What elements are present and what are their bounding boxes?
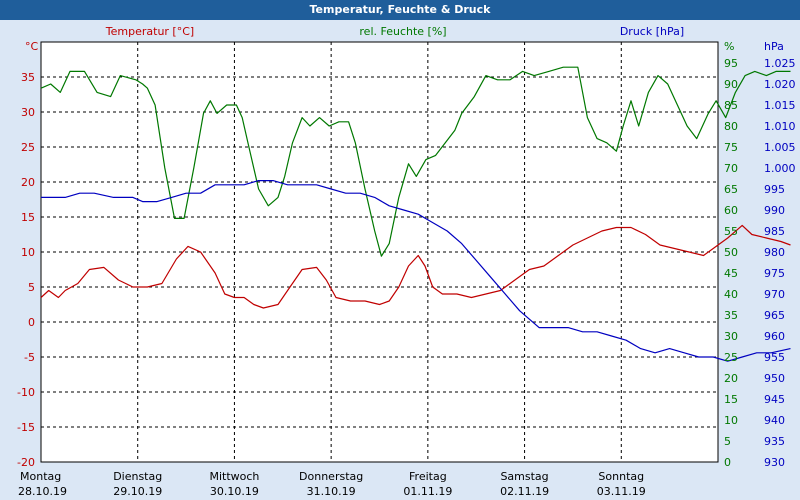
- x-tick-day: Montag: [20, 470, 61, 483]
- press-tick-label: 1.000: [764, 162, 796, 175]
- press-tick-label: 970: [764, 288, 785, 301]
- temp-axis-title: Temperatur [°C]: [105, 25, 194, 38]
- press-tick-label: 1.010: [764, 120, 796, 133]
- humid-tick-label: 65: [724, 183, 738, 196]
- humid-tick-label: 70: [724, 162, 738, 175]
- humid-tick-label: 85: [724, 99, 738, 112]
- humid-tick-label: 80: [724, 120, 738, 133]
- humid-tick-label: 95: [724, 57, 738, 70]
- humid-tick-label: 25: [724, 351, 738, 364]
- temp-tick-label: 15: [21, 211, 35, 224]
- press-tick-label: 990: [764, 204, 785, 217]
- x-tick-date: 31.10.19: [307, 485, 356, 498]
- press-tick-label: 980: [764, 246, 785, 259]
- humid-tick-label: 50: [724, 246, 738, 259]
- press-tick-label: 960: [764, 330, 785, 343]
- temp-tick-label: -15: [17, 421, 35, 434]
- humid-tick-label: 75: [724, 141, 738, 154]
- humid-tick-label: 15: [724, 393, 738, 406]
- press-tick-label: 945: [764, 393, 785, 406]
- temp-tick-label: 20: [21, 176, 35, 189]
- x-tick-date: 29.10.19: [113, 485, 162, 498]
- temp-tick-label: -5: [24, 351, 35, 364]
- humid-tick-label: 30: [724, 330, 738, 343]
- humid-tick-label: 35: [724, 309, 738, 322]
- press-tick-label: 1.005: [764, 141, 796, 154]
- press-tick-label: 985: [764, 225, 785, 238]
- press-tick-label: 935: [764, 435, 785, 448]
- press-tick-label: 995: [764, 183, 785, 196]
- humid-tick-label: 5: [724, 435, 731, 448]
- x-tick-day: Sonntag: [598, 470, 644, 483]
- temp-tick-label: 10: [21, 246, 35, 259]
- x-tick-date: 28.10.19: [18, 485, 67, 498]
- humid-axis-title: rel. Feuchte [%]: [359, 25, 446, 38]
- x-tick-day: Dienstag: [113, 470, 162, 483]
- press-tick-label: 1.015: [764, 99, 796, 112]
- temp-tick-label: 0: [28, 316, 35, 329]
- humid-unit-label: %: [724, 40, 734, 53]
- humid-tick-label: 55: [724, 225, 738, 238]
- temp-tick-label: 30: [21, 106, 35, 119]
- x-tick-day: Mittwoch: [209, 470, 259, 483]
- humid-tick-label: 90: [724, 78, 738, 91]
- temp-tick-label: -10: [17, 386, 35, 399]
- x-tick-date: 03.11.19: [597, 485, 646, 498]
- x-tick-day: Freitag: [409, 470, 447, 483]
- humid-tick-label: 60: [724, 204, 738, 217]
- chart: -20 -15 -10 -5 0 5 10 15 20 25 30 35 0 5 10 15 20 25 30 35 4…: [0, 20, 800, 500]
- press-tick-label: 1.020: [764, 78, 796, 91]
- press-unit-label: hPa: [764, 40, 784, 53]
- humid-tick-label: 20: [724, 372, 738, 385]
- app-window: Temperatur, Feuchte & Druck -20 -15 -10 -5 0…: [0, 0, 800, 500]
- x-tick-day: Samstag: [500, 470, 548, 483]
- window-title: Temperatur, Feuchte & Druck: [0, 0, 800, 20]
- temp-tick-label: 35: [21, 71, 35, 84]
- press-tick-label: 1.025: [764, 57, 796, 70]
- press-tick-label: 965: [764, 309, 785, 322]
- x-tick-day: Donnerstag: [299, 470, 363, 483]
- press-tick-label: 955: [764, 351, 785, 364]
- humid-tick-label: 0: [724, 456, 731, 469]
- humid-tick-label: 45: [724, 267, 738, 280]
- press-axis-title: Druck [hPa]: [620, 25, 684, 38]
- temp-tick-label: 5: [28, 281, 35, 294]
- press-tick-label: 940: [764, 414, 785, 427]
- humid-tick-label: 10: [724, 414, 738, 427]
- humid-tick-label: 40: [724, 288, 738, 301]
- x-tick-date: 01.11.19: [403, 485, 452, 498]
- temp-tick-label: 25: [21, 141, 35, 154]
- x-tick-date: 30.10.19: [210, 485, 259, 498]
- press-tick-label: 950: [764, 372, 785, 385]
- press-tick-label: 975: [764, 267, 785, 280]
- x-tick-date: 02.11.19: [500, 485, 549, 498]
- temp-tick-label: -20: [17, 456, 35, 469]
- temp-unit-label: °C: [25, 40, 39, 53]
- press-tick-label: 930: [764, 456, 785, 469]
